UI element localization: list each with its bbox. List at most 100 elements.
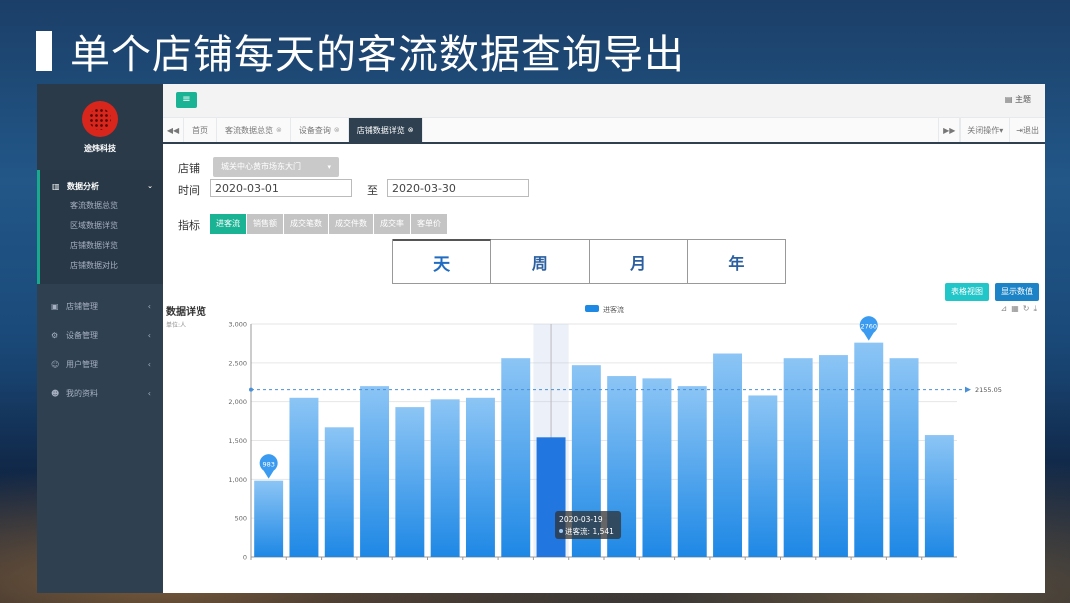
to-label: 至 [367,184,378,197]
tab-store-detail[interactable]: 店铺数据详览 ⊗ [348,118,423,142]
title-bar-decoration [36,31,52,71]
close-operations-label: 关闭操作 [967,125,1000,135]
nav-user-management[interactable]: ☺ 用户管理 ‹ [37,350,163,379]
tab-home[interactable]: 首页 [184,118,217,142]
nav-data-analysis-label: 数据分析 [67,181,99,191]
bar [854,342,884,557]
tab-scroll-right-icon[interactable]: ▶▶ [938,118,961,142]
close-icon[interactable]: ⊗ [408,126,414,134]
metric-tab-traffic[interactable]: 进客流 [210,214,246,234]
date-from-input[interactable]: 2020-03-01 [210,179,352,197]
bar [360,386,390,557]
tooltip-value: 进客流: 1,541 [565,526,614,536]
metric-tab-items[interactable]: 成交件数 [329,214,373,234]
metric-tabs: 进客流 销售额 成交笔数 成交件数 成交率 客单价 [210,214,448,234]
bar-chart-icon: ▥ [52,181,60,191]
nav-my-profile-label: 我的资料 [66,389,98,398]
chevron-left-icon: ‹ [147,360,151,369]
metric-tab-avg-price[interactable]: 客单价 [411,214,447,234]
tab-store-detail-label: 店铺数据详览 [356,125,405,135]
y-tick-label: 1,500 [228,437,247,445]
close-icon[interactable]: ⊗ [276,126,282,134]
nav-device-management[interactable]: ⚙ 设备管理 ‹ [37,321,163,350]
bar [713,353,743,557]
period-tab-day[interactable]: 天 [393,239,492,283]
menu-toggle-button[interactable]: ≡ [176,92,197,108]
legend-label: 进客流 [603,305,624,314]
logout-label: 退出 [1023,125,1039,135]
logout-button[interactable]: ⇥ 退出 [1009,118,1045,142]
nav-sub-traffic-overview[interactable]: 客流数据总览 [40,196,163,216]
y-tick-label: 3,000 [228,321,247,329]
traffic-bar-chart: 进客流 0 500 1,000 1,500 2,000 2,500 3,000 2155.05 2… [228,305,1002,562]
nav-device-management-label: 设备管理 [66,331,98,340]
period-tabs: 天 周 月 年 [392,239,786,284]
bar [254,480,284,557]
nav-store-management[interactable]: ▣ 店铺管理 ‹ [37,292,163,321]
theme-button[interactable]: ▤ 主题 [1005,94,1031,105]
slide-title-text: 单个店铺每天的客流数据查询导出 [70,32,685,78]
bar [677,386,707,557]
nav-store-management-label: 店铺管理 [66,302,98,311]
theme-icon: ▤ [1004,95,1015,104]
average-start-dot [249,387,253,392]
device-icon: ⚙ [51,331,59,340]
app-window: 途炜科技 ▥ 数据分析 ⌄ 客流数据总览 区域数据详览 店铺数据详览 店铺数据对… [37,84,1045,593]
chevron-left-icon: ‹ [147,389,151,398]
period-tab-month[interactable]: 月 [589,239,688,283]
close-icon[interactable]: ⊗ [334,126,340,134]
bar [889,358,919,557]
y-tick-label: 0 [243,554,247,562]
y-tick-label: 2,000 [228,398,247,406]
metric-tab-transactions[interactable]: 成交笔数 [284,214,328,234]
tab-traffic-overview-label: 客流数据总览 [225,125,273,135]
nav-data-analysis[interactable]: ▥ 数据分析 ⌄ [40,176,163,196]
chevron-left-icon: ‹ [147,331,151,340]
bar [501,358,531,557]
nav-sub-store-compare[interactable]: 店铺数据对比 [40,256,163,276]
bar [324,427,354,557]
nav-my-profile[interactable]: ☻ 我的资料 ‹ [37,379,163,408]
average-arrow [965,386,971,393]
nav-sub-store-detail[interactable]: 店铺数据详览 [40,236,163,256]
chevron-left-icon: ‹ [147,302,151,311]
max-value-label: 2760 [860,323,877,331]
bar [465,397,495,557]
users-icon: ☺ [51,360,60,369]
tab-scroll-left-icon[interactable]: ◀◀ [163,118,184,142]
logout-icon: ⇥ [1016,125,1023,135]
period-tab-year[interactable]: 年 [687,239,785,283]
min-value-label: 983 [262,461,274,469]
nav-sub-area-detail[interactable]: 区域数据详览 [40,216,163,236]
tab-device-query[interactable]: 设备查询 ⊗ [291,118,349,142]
period-tab-week[interactable]: 周 [491,239,590,283]
nav-user-management-label: 用户管理 [66,360,98,369]
bar [924,435,954,557]
store-label: 店铺 [178,162,200,175]
tab-bar: ◀◀ 首页 客流数据总览 ⊗ 设备查询 ⊗ 店铺数据详览 ⊗ ▶▶ 关闭操作 ▾ ⇥ 退出 [163,118,1045,144]
nav-group-data-analysis: ▥ 数据分析 ⌄ 客流数据总览 区域数据详览 店铺数据详览 店铺数据对比 [37,170,163,284]
bar [289,397,319,557]
metric-tab-conversion[interactable]: 成交率 [374,214,410,234]
theme-label: 主题 [1015,95,1031,104]
metric-label: 指标 [178,219,200,232]
caret-down-icon: ▾ [327,163,331,171]
bar [783,358,813,557]
chevron-down-icon: ⌄ [147,182,153,190]
y-tick-label: 1,000 [228,476,247,484]
date-to-input[interactable]: 2020-03-30 [387,179,529,197]
tab-traffic-overview[interactable]: 客流数据总览 ⊗ [217,118,291,142]
store-icon: ▣ [51,302,59,311]
y-tick-label: 500 [235,515,247,523]
bar [818,355,848,557]
y-tick-label: 2,500 [228,359,247,367]
close-operations-dropdown[interactable]: 关闭操作 ▾ [960,118,1009,142]
store-select[interactable]: 城关中心黄市场东大门 ▾ [213,157,339,177]
metric-tab-sales[interactable]: 销售额 [247,214,283,234]
top-navbar: ≡ ▤ 主题 [163,84,1045,118]
bar [430,399,460,557]
bar [536,437,566,557]
brand-name: 途炜科技 [84,143,116,153]
tooltip-dot [559,529,564,533]
legend-swatch [585,305,599,312]
